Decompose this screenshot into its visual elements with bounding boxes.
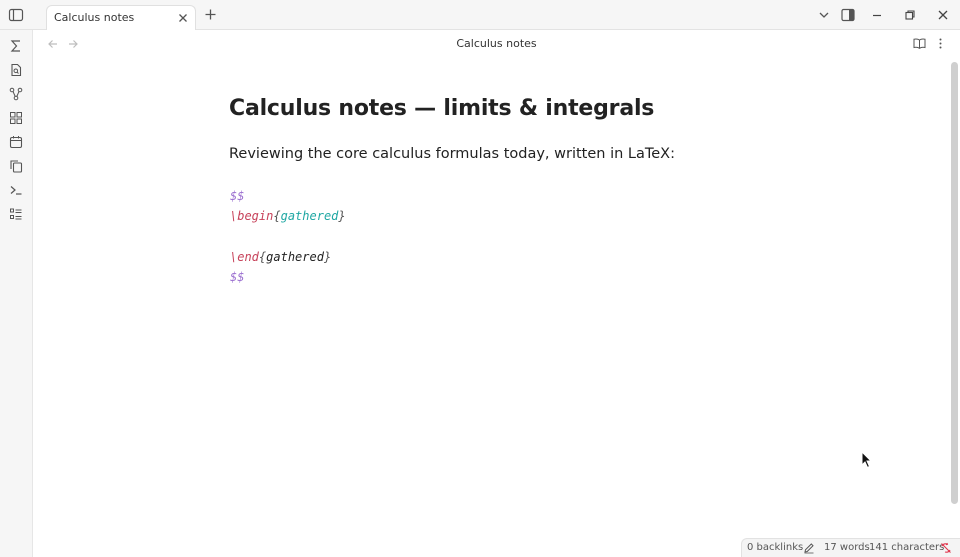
- view-title[interactable]: Calculus notes: [33, 37, 960, 50]
- calendar-icon[interactable]: [9, 135, 23, 149]
- pencil-icon[interactable]: [803, 542, 815, 554]
- copy-icon[interactable]: [9, 159, 23, 173]
- dollar-delimiter: $$: [230, 270, 245, 284]
- app-window: Calculus notes Calculus notes Calculus n…: [0, 0, 960, 557]
- left-ribbon: [0, 30, 33, 557]
- dollar-delimiter: $$: [230, 189, 245, 203]
- title-bar: Calculus notes: [0, 0, 960, 31]
- latex-open-delimiter[interactable]: $$: [230, 189, 244, 203]
- note-paragraph[interactable]: Reviewing the core calculus formulas tod…: [229, 146, 675, 162]
- file-search-icon[interactable]: [9, 63, 23, 77]
- end-command: \end: [230, 250, 259, 264]
- restore-button[interactable]: [903, 8, 917, 22]
- latex-begin-line[interactable]: \begin{gathered}: [230, 209, 346, 223]
- grid-icon[interactable]: [9, 111, 23, 125]
- chevron-down-icon[interactable]: [817, 8, 831, 22]
- brace-close: }: [323, 250, 332, 264]
- tab-label: Calculus notes: [54, 11, 135, 24]
- backlinks-count[interactable]: 0 backlinks: [747, 542, 803, 553]
- sync-error-icon[interactable]: [940, 542, 952, 554]
- mouse-cursor-icon: [861, 451, 873, 469]
- status-bar: 0 backlinks 17 words 141 characters: [741, 538, 960, 557]
- latex-end-line[interactable]: \end{gathered}: [230, 250, 331, 264]
- begin-environment: gathered: [280, 209, 339, 223]
- close-window-button[interactable]: [936, 8, 950, 22]
- more-options-icon[interactable]: [934, 37, 947, 50]
- graph-icon[interactable]: [9, 87, 23, 101]
- brace-open: {: [273, 209, 281, 223]
- minimize-button[interactable]: [870, 8, 884, 22]
- reading-view-icon[interactable]: [913, 37, 926, 50]
- tab-calculus-notes[interactable]: Calculus notes: [46, 5, 196, 31]
- list-icon[interactable]: [9, 207, 23, 221]
- terminal-icon[interactable]: [9, 183, 23, 197]
- note-editor[interactable]: Calculus notes — limits & integrals Revi…: [33, 58, 948, 538]
- latex-close-delimiter[interactable]: $$: [230, 270, 244, 284]
- brace-close: }: [338, 209, 346, 223]
- word-count: 17 words: [824, 542, 870, 553]
- sidebar-toggle-icon[interactable]: [8, 7, 24, 23]
- begin-command: \begin: [230, 209, 274, 223]
- right-sidebar-toggle-icon[interactable]: [841, 8, 855, 22]
- close-icon[interactable]: [177, 12, 189, 24]
- scrollbar-thumb[interactable]: [951, 62, 958, 504]
- end-environment: gathered: [266, 250, 324, 264]
- new-tab-button[interactable]: [204, 8, 217, 21]
- character-count: 141 characters: [869, 542, 945, 553]
- view-header: Calculus notes: [33, 30, 960, 58]
- note-title[interactable]: Calculus notes — limits & integrals: [229, 96, 654, 121]
- sigma-icon[interactable]: [9, 39, 23, 53]
